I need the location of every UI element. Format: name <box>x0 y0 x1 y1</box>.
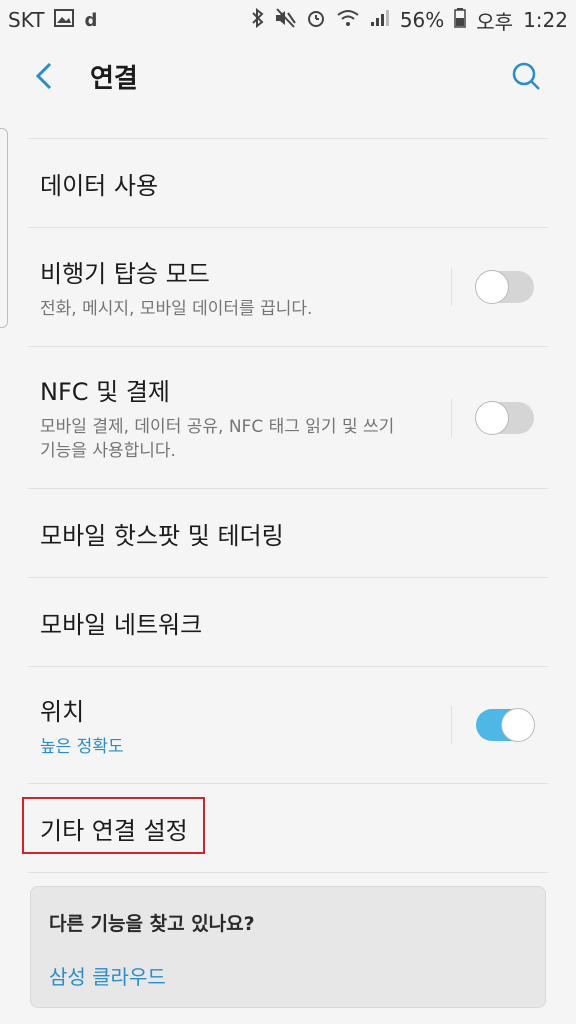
settings-list: 데이터 사용 비행기 탑승 모드 전화, 메시지, 모바일 데이터를 끕니다. … <box>0 138 576 873</box>
suggestion-card: 다른 기능을 찾고 있나요? 삼성 클라우드 <box>30 886 546 1008</box>
item-nfc-payment[interactable]: NFC 및 결제 모바일 결제, 데이터 공유, NFC 태그 읽기 및 쓰기 … <box>0 347 576 488</box>
divider <box>28 872 548 873</box>
carrier-label: SKT <box>8 8 45 32</box>
item-subtitle: 높은 정확도 <box>40 736 124 757</box>
item-title: 모바일 핫스팟 및 테더링 <box>40 521 284 550</box>
alarm-icon <box>306 8 326 33</box>
chevron-left-icon <box>35 62 53 94</box>
item-title: 기타 연결 설정 <box>40 816 188 845</box>
toggle-knob <box>501 708 535 742</box>
card-title: 다른 기능을 찾고 있나요? <box>49 913 255 935</box>
bluetooth-icon <box>252 7 264 33</box>
d-app-icon: d <box>84 9 98 31</box>
divider <box>451 398 452 437</box>
page-title: 연결 <box>90 64 138 94</box>
clock: 1:22 <box>523 8 568 32</box>
toggle-wrap <box>451 706 535 744</box>
item-subtitle: 모바일 결제, 데이터 공유, NFC 태그 읽기 및 쓰기 기능을 사용합니다… <box>40 417 395 461</box>
battery-icon <box>454 7 467 33</box>
time-period: 오후 <box>476 9 514 34</box>
wifi-icon <box>336 9 360 32</box>
item-data-usage[interactable]: 데이터 사용 <box>0 139 576 227</box>
item-subtitle: 전화, 메시지, 모바일 데이터를 끕니다. <box>40 298 313 319</box>
item-mobile-network[interactable]: 모바일 네트워크 <box>0 578 576 666</box>
signal-icon <box>370 9 390 32</box>
search-button[interactable] <box>506 58 546 98</box>
app-bar: 연결 <box>0 40 576 116</box>
battery-percent: 56% <box>399 8 445 32</box>
back-button[interactable] <box>26 60 62 96</box>
search-icon <box>511 61 541 95</box>
gallery-icon <box>54 8 75 32</box>
item-airplane-mode[interactable]: 비행기 탑승 모드 전화, 메시지, 모바일 데이터를 끕니다. <box>0 228 576 346</box>
divider <box>451 268 452 306</box>
item-mobile-hotspot[interactable]: 모바일 핫스팟 및 테더링 <box>0 489 576 577</box>
airplane-mode-toggle[interactable] <box>475 270 534 304</box>
toggle-wrap <box>451 268 534 306</box>
item-title: 데이터 사용 <box>40 171 159 200</box>
mute-icon <box>274 7 296 33</box>
item-title: 모바일 네트워크 <box>40 610 203 639</box>
toggle-knob <box>475 270 509 304</box>
toggle-wrap <box>451 398 534 437</box>
divider <box>451 706 452 744</box>
item-more-connection-settings[interactable]: 기타 연결 설정 <box>0 784 576 872</box>
toggle-knob <box>475 400 509 435</box>
samsung-cloud-link[interactable]: 삼성 클라우드 <box>49 961 166 990</box>
item-location[interactable]: 위치 높은 정확도 <box>0 667 576 783</box>
location-toggle[interactable] <box>476 708 535 742</box>
status-bar: SKT d 56% 오후 1:22 <box>0 0 576 40</box>
nfc-toggle[interactable] <box>475 400 534 435</box>
